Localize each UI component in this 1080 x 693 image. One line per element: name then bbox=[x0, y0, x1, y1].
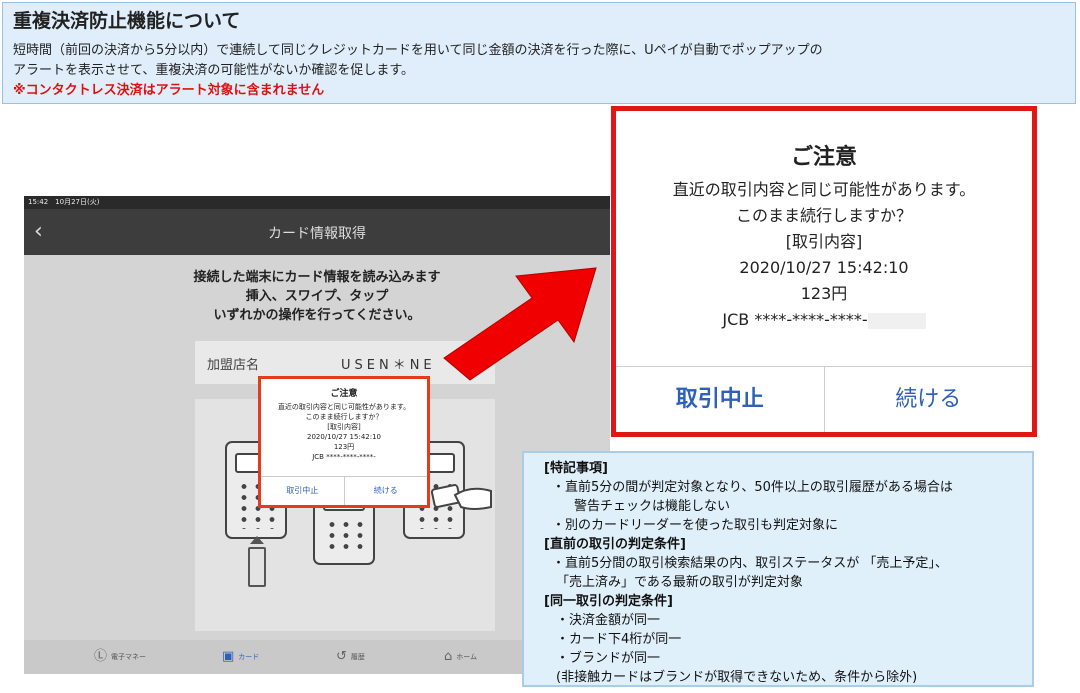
dialog-large-line-2: このまま続行しますか？ bbox=[735, 206, 912, 225]
dialog-large-buttons: 取引中止 続ける bbox=[616, 366, 1032, 432]
nav-item-emoney[interactable]: Ⓛ 電子マネー bbox=[94, 650, 146, 663]
notes-box: [特記事項] ・直前5分の間が判定対象となり、50件以上の取引履歴がある場合は … bbox=[522, 451, 1034, 687]
nav-item-history[interactable]: ↺ 履歴 bbox=[336, 650, 365, 663]
notes-heading-same: [同一取引の判定条件] bbox=[544, 594, 673, 609]
description-line-1: 短時間（前回の決済から5分以内）で連続して同じクレジットカードを用いて同じ金額の… bbox=[13, 43, 823, 58]
duplicate-alert-dialog-small: ご注意 直近の取引内容と同じ可能性があります。 このまま続行しますか？ [取引内… bbox=[258, 376, 430, 508]
dialog-large-line-1: 直近の取引内容と同じ可能性があります。 bbox=[672, 180, 976, 199]
header-banner: 重複決済防止機能について 短時間（前回の決済から5分以内）で連続して同じクレジッ… bbox=[2, 2, 1076, 104]
notes-heading-special: [特記事項] bbox=[544, 461, 608, 476]
dialog-small-card: JCB ****-****-****- bbox=[312, 453, 376, 461]
note-line: ・決済金額が同一 bbox=[556, 613, 661, 628]
note-line: 「売上済み」である最新の取引が判定対象 bbox=[556, 575, 803, 590]
status-bar: 15:42 10月27日(火) bbox=[24, 196, 610, 209]
note-line: ・直前5分間の取引検索結果の内、取引ステータスが 「売上予定」、 bbox=[552, 556, 948, 571]
dialog-large-body: ご注意 直近の取引内容と同じ可能性があります。 このまま続行しますか？ [取引内… bbox=[616, 111, 1032, 333]
note-line: ・カード下4桁が同一 bbox=[556, 632, 682, 647]
description-line-2: アラートを表示させて、重複決済の可能性がないか確認を促します。 bbox=[13, 63, 415, 78]
dialog-small-line-3: [取引内容] bbox=[327, 423, 361, 431]
description: 短時間（前回の決済から5分以内）で連続して同じクレジットカードを用いて同じ金額の… bbox=[13, 41, 1065, 81]
cancel-transaction-button[interactable]: 取引中止 bbox=[616, 367, 824, 432]
screen-title: カード情報取得 bbox=[268, 226, 366, 242]
duplicate-alert-dialog-large: ご注意 直近の取引内容と同じ可能性があります。 このまま続行しますか？ [取引内… bbox=[611, 106, 1037, 437]
dialog-large-line-3: [取引内容] bbox=[785, 232, 863, 251]
page-title: 重複決済防止機能について bbox=[13, 10, 241, 32]
home-icon: ⌂ bbox=[444, 649, 453, 664]
continue-button[interactable]: 続ける bbox=[823, 367, 1033, 432]
cancel-transaction-button-small[interactable]: 取引中止 bbox=[261, 477, 344, 505]
contactless-warning: ※コンタクトレス決済はアラート対象に含まれません bbox=[13, 83, 325, 98]
notes-heading-previous: [直前の取引の判定条件] bbox=[544, 537, 686, 552]
dialog-small-buttons: 取引中止 続ける bbox=[261, 476, 427, 505]
tap-hand-icon bbox=[431, 484, 492, 510]
merchant-label: 加盟店名 bbox=[207, 358, 260, 373]
merchant-value: USEN＊NE bbox=[341, 358, 436, 373]
zoom-arrow-icon bbox=[443, 267, 597, 381]
card-number-mask bbox=[867, 312, 926, 329]
note-line: ・ブランドが同一 bbox=[556, 651, 661, 666]
insert-card-icon bbox=[244, 536, 274, 594]
dialog-large-card: JCB ****-****-****- bbox=[722, 310, 868, 329]
dialog-large-title: ご注意 bbox=[790, 145, 857, 170]
app-bar: ‹ カード情報取得 bbox=[24, 209, 610, 255]
card-icon: ▣ bbox=[222, 649, 235, 664]
nav-item-card[interactable]: ▣ カード bbox=[222, 650, 259, 663]
dialog-small-body: ご注意 直近の取引内容と同じ可能性があります。 このまま続行しますか？ [取引内… bbox=[261, 379, 427, 462]
dialog-small-line-2: このまま続行しますか？ bbox=[305, 413, 383, 421]
dialog-large-card-row: JCB ****-****-****- bbox=[616, 307, 1032, 333]
dialog-small-title: ご注意 bbox=[330, 389, 358, 399]
nav-label-card: カード bbox=[238, 652, 260, 661]
dialog-large-amount: 123円 bbox=[800, 284, 848, 303]
ic-card-icon: Ⓛ bbox=[94, 649, 108, 664]
nav-item-home[interactable]: ⌂ ホーム bbox=[444, 650, 477, 663]
dialog-small-datetime: 2020/10/27 15:42:10 bbox=[306, 433, 381, 441]
dialog-large-datetime: 2020/10/27 15:42:10 bbox=[739, 258, 909, 277]
continue-button-small[interactable]: 続ける bbox=[343, 477, 428, 505]
note-line: (非接触カードはブランドが取得できないため、条件から除外) bbox=[556, 670, 918, 685]
dialog-small-amount: 123円 bbox=[333, 443, 355, 451]
dialog-small-line-1: 直近の取引内容と同じ可能性があります。 bbox=[277, 403, 411, 411]
nav-label-history: 履歴 bbox=[350, 652, 365, 661]
nav-label-home: ホーム bbox=[456, 652, 478, 661]
nav-label-emoney: 電子マネー bbox=[111, 652, 147, 661]
note-line: ・別のカードリーダーを使った取引も判定対象に bbox=[552, 518, 839, 533]
note-line: ・直前5分の間が判定対象となり、50件以上の取引履歴がある場合は bbox=[552, 480, 953, 495]
history-icon: ↺ bbox=[336, 649, 347, 664]
note-line: 警告チェックは機能しない bbox=[574, 499, 731, 514]
